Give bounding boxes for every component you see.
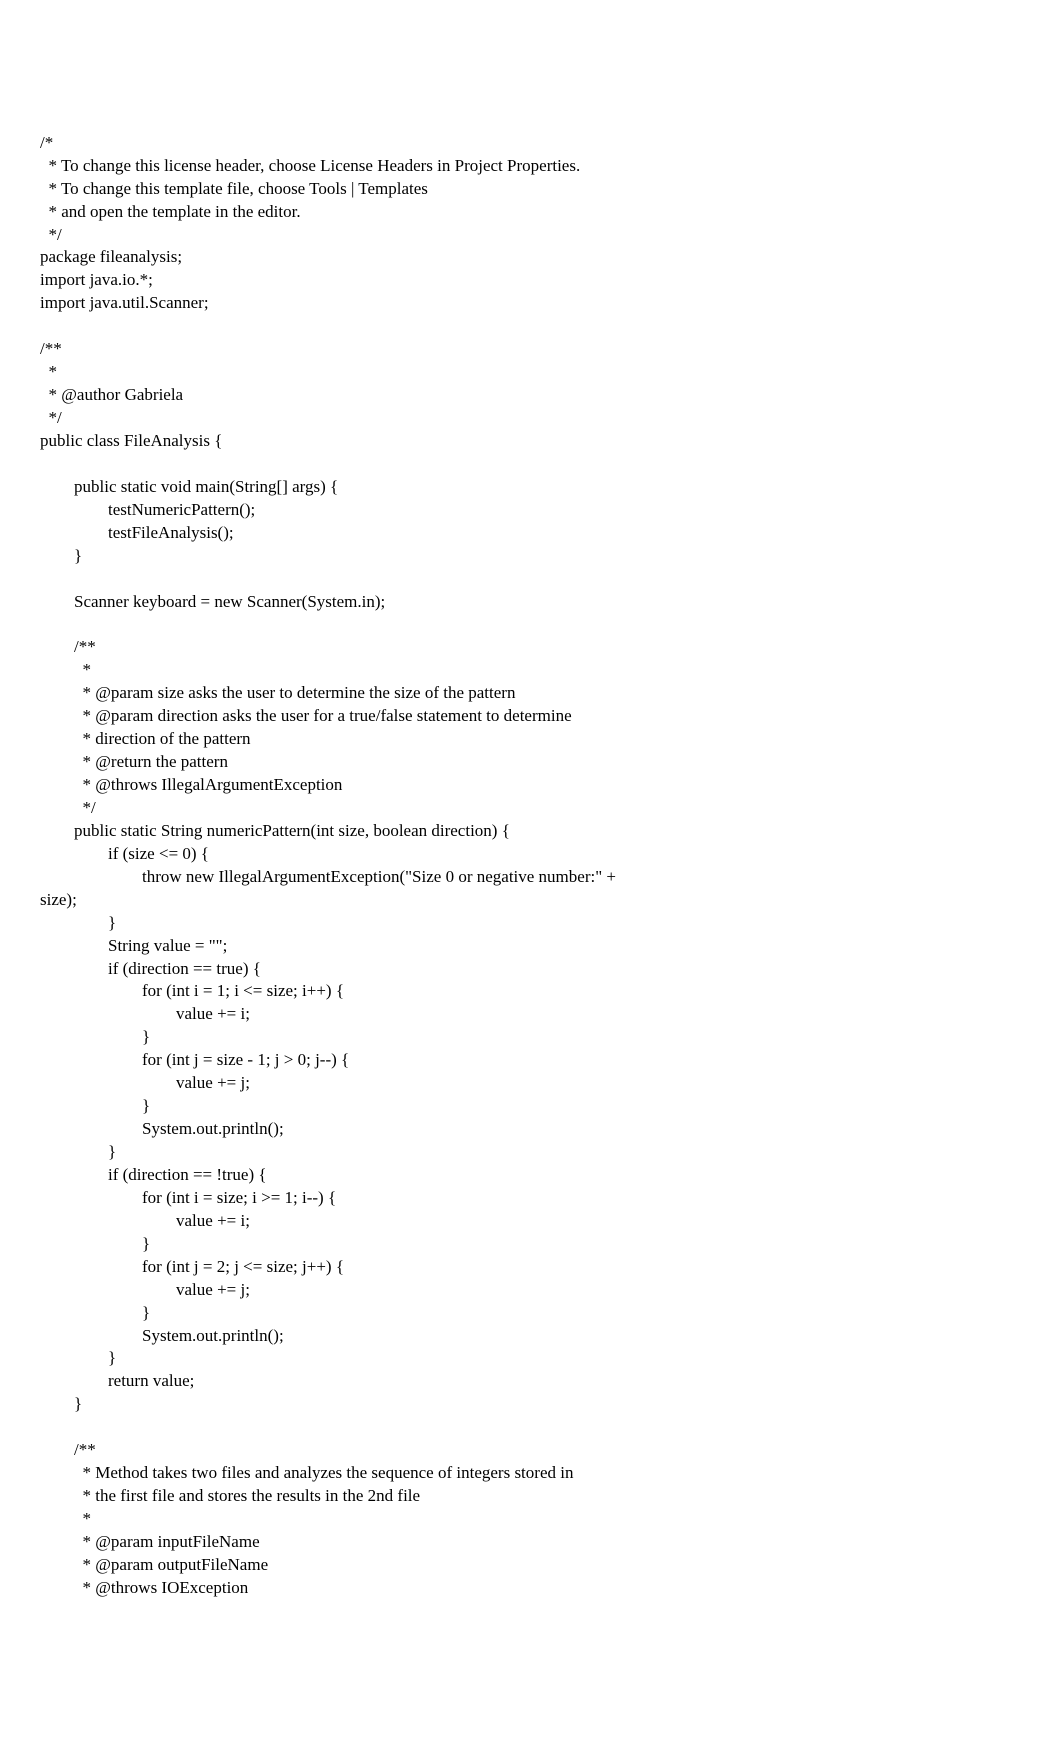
code-content: /* * To change this license header, choo… (40, 132, 1022, 1600)
